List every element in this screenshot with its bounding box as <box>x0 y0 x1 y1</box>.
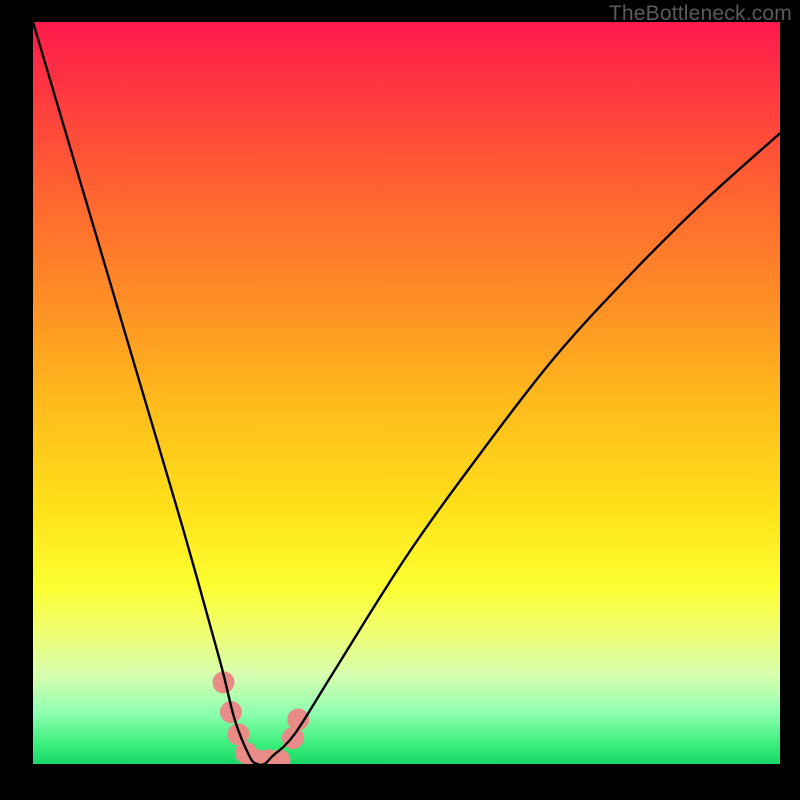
chart-frame: TheBottleneck.com <box>0 0 800 800</box>
chart-plot-area <box>33 22 780 764</box>
chart-svg <box>33 22 780 764</box>
bottleneck-curve <box>33 22 780 764</box>
watermark-text: TheBottleneck.com <box>609 2 792 26</box>
